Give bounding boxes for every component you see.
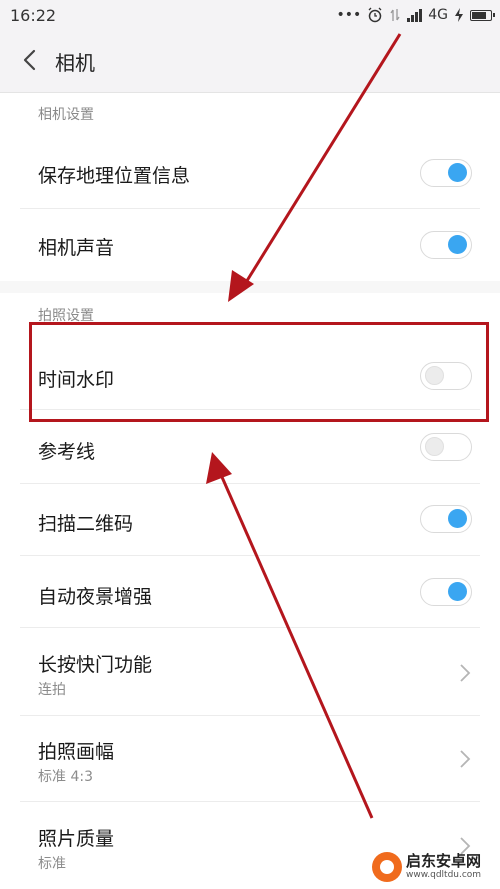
- battery-icon: [470, 9, 495, 21]
- setting-row-save-location[interactable]: 保存地理位置信息: [0, 137, 500, 209]
- section-divider: [0, 281, 500, 293]
- setting-value: 标准 4:3: [38, 769, 93, 785]
- setting-title: 参考线: [38, 441, 96, 463]
- setting-value: 标准: [38, 856, 66, 872]
- time-watermark-toggle[interactable]: [420, 362, 472, 390]
- setting-title: 拍照画幅: [38, 741, 115, 763]
- watermark-name: 启东安卓网: [406, 852, 482, 870]
- setting-row-grid-lines[interactable]: 参考线: [0, 412, 500, 484]
- data-arrows-icon: [390, 9, 400, 21]
- watermark-url: www.qdltdu.com: [406, 870, 482, 880]
- status-icons: ••• 4G: [336, 4, 495, 26]
- grid-lines-toggle[interactable]: [420, 433, 472, 461]
- camera-sound-toggle[interactable]: [420, 231, 472, 259]
- setting-title: 扫描二维码: [38, 513, 134, 535]
- site-watermark: 启东安卓网 www.qdltdu.com: [372, 852, 481, 882]
- signal-icon: [407, 8, 423, 22]
- setting-row-camera-sound[interactable]: 相机声音: [0, 209, 500, 281]
- setting-title: 自动夜景增强: [38, 586, 153, 608]
- section-label-camera-settings: 相机设置: [38, 107, 94, 123]
- setting-title: 保存地理位置信息: [38, 165, 191, 187]
- setting-row-night-enhance[interactable]: 自动夜景增强: [0, 556, 500, 628]
- app-header: 相机: [0, 30, 500, 93]
- scan-qr-toggle[interactable]: [420, 505, 472, 533]
- status-time: 16:22: [10, 6, 57, 25]
- setting-row-long-press-shutter[interactable]: 长按快门功能 连拍: [0, 628, 500, 716]
- setting-row-aspect-ratio[interactable]: 拍照画幅 标准 4:3: [0, 716, 500, 802]
- night-enhance-toggle[interactable]: [420, 578, 472, 606]
- chevron-left-icon[interactable]: [14, 44, 46, 76]
- chevron-right-icon: [460, 750, 471, 768]
- page-title: 相机: [55, 51, 95, 75]
- more-dots-icon: •••: [336, 7, 362, 23]
- setting-title: 长按快门功能: [38, 654, 153, 676]
- alarm-icon: [368, 7, 382, 23]
- setting-value: 连拍: [38, 682, 66, 698]
- watermark-logo-icon: [372, 852, 402, 882]
- network-type: 4G: [428, 7, 448, 23]
- status-bar: 16:22 ••• 4G: [0, 0, 500, 30]
- setting-row-time-watermark[interactable]: 时间水印: [0, 338, 500, 410]
- save-location-toggle[interactable]: [420, 159, 472, 187]
- setting-row-scan-qr[interactable]: 扫描二维码: [0, 484, 500, 556]
- setting-title: 时间水印: [38, 369, 115, 391]
- section-label-photo-settings: 拍照设置: [38, 308, 94, 324]
- setting-title: 照片质量: [38, 828, 115, 850]
- chevron-right-icon: [460, 664, 471, 682]
- setting-title: 相机声音: [38, 237, 115, 259]
- charging-icon: [455, 8, 463, 22]
